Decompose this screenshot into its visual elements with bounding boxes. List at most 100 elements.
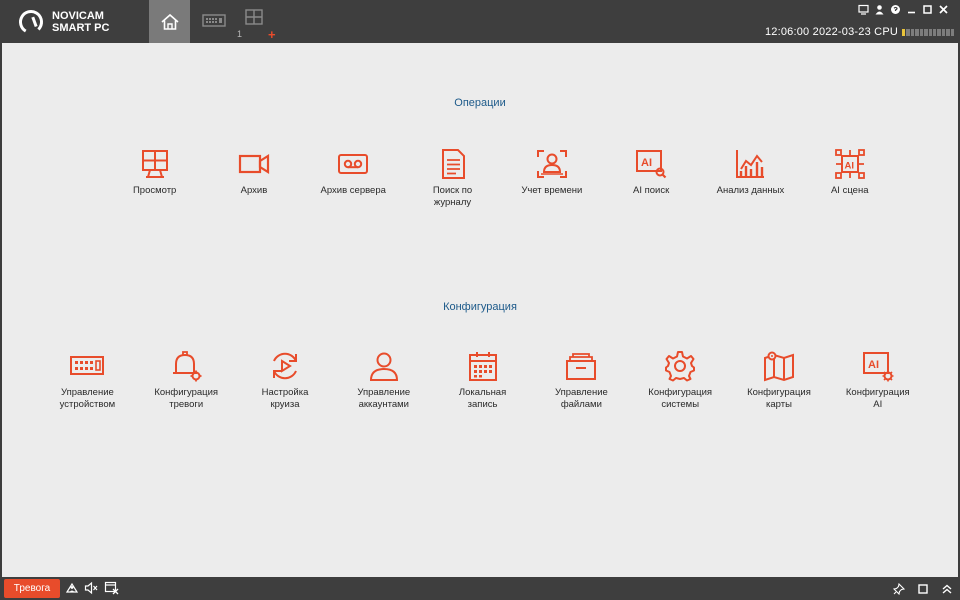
tile-ai-scene[interactable]: AI AI сцена [800,147,899,209]
maximize-icon[interactable] [921,3,934,16]
ai-config-icon: AI [862,352,894,382]
tile-label: Просмотр [132,185,177,196]
mute-icon[interactable] [84,580,99,595]
face-attendance-icon [536,150,567,178]
tile-label: AI поиск [633,185,670,196]
top-bar: NOVICAM SMART PC 1 + 12:06:00 2022-03-23… [0,0,960,43]
tile-alarm-bell[interactable]: Конфигурация тревоги [137,349,236,411]
minimize-icon[interactable] [905,3,918,16]
tile-label: Конфигурация карты [747,387,811,410]
operations-title: Операции [454,97,506,109]
cpu-meter-segment [937,29,941,36]
ai-scene-icon: AI [834,149,865,179]
alarm-button[interactable]: Тревога [4,579,60,598]
collapse-up-icon[interactable] [939,581,954,596]
tile-label: Учет времени [521,185,583,196]
tab-view[interactable]: 1 + [237,8,276,42]
video-camera-icon [238,154,270,174]
tile-label: Настройка круиза [261,387,309,410]
cpu-meter-segment [928,29,932,36]
live-view-icon [141,150,168,178]
tile-label: Управление файлами [554,387,608,410]
tile-tape[interactable]: Архив сервера [304,147,403,209]
tile-live-view[interactable]: Просмотр [105,147,204,209]
tile-label: Управление устройством [59,387,116,410]
logo-line2: SMART PC [52,22,110,34]
tile-label: Конфигурация системы [648,387,713,410]
operations-row: Просмотр Архив Архив сервера Поиск по журна… [105,147,899,209]
cpu-meter-segment [950,29,955,36]
close-icon[interactable] [937,3,950,16]
tab-home[interactable] [149,0,190,43]
tape-icon [338,154,369,174]
logo-icon [18,10,43,34]
cpu-meter-segment [915,29,919,36]
tile-gear[interactable]: Конфигурация системы [631,349,730,411]
svg-text:AI: AI [868,359,879,371]
tile-ai-config[interactable]: AI Конфигурация AI [828,349,927,411]
device-manage-icon [70,356,105,375]
cpu-meter-segment [924,29,928,36]
screen-icon[interactable] [857,3,870,16]
configuration-row: Управление устройством Конфигурация трево… [38,349,927,411]
fullscreen-icon[interactable] [915,581,930,596]
view-grid-icon [245,9,263,25]
cpu-meter [902,29,955,36]
gear-icon [665,351,696,382]
main-panel: Операции Просмотр Архив Архив сервера Поиск… [2,43,958,577]
tile-ai-search[interactable]: AI AI поиск [601,147,700,209]
status-clock: 12:06:00 2022-03-23 CPU [765,26,898,38]
svg-text:AI: AI [844,161,854,172]
tile-cruise[interactable]: Настройка круиза [236,349,335,411]
tile-label: Конфигурация AI [845,387,910,410]
configuration-title: Конфигурация [443,301,517,313]
logo: NOVICAM SMART PC [18,9,109,35]
alarm-person-icon[interactable] [64,580,79,595]
tile-log-document[interactable]: Поиск по журналу [403,147,502,209]
tile-data-chart[interactable]: Анализ данных [701,147,800,209]
cpu-meter-segment [906,29,910,36]
tile-label: Поиск по журналу [432,185,473,208]
help-icon[interactable] [889,3,902,16]
tile-folder[interactable]: Управление файлами [532,349,631,411]
tile-device-manage[interactable]: Управление устройством [38,349,137,411]
lock-user-icon[interactable] [873,3,886,16]
tab-device[interactable] [200,8,228,34]
tile-label: Архив сервера [320,185,386,196]
tile-map[interactable]: Конфигурация карты [730,349,829,411]
map-icon [763,351,794,382]
cpu-meter-segment [932,29,937,36]
tile-video-camera[interactable]: Архив [204,147,303,209]
view-count: 1 [237,29,243,39]
add-view-button[interactable]: + [268,27,276,42]
user-icon [369,352,398,381]
tile-face-attendance[interactable]: Учет времени [502,147,601,209]
tile-label: Архив [240,185,268,196]
tile-label: AI сцена [830,185,869,196]
device-icon [202,14,226,27]
tile-label: Локальная запись [458,387,507,410]
cpu-meter-segment [902,29,906,36]
tile-label: Управление аккаунтами [357,387,411,410]
cpu-label: CPU [874,26,898,38]
tile-label: Анализ данных [716,185,785,196]
cpu-meter-segment [910,29,915,36]
tile-calendar[interactable]: Локальная запись [433,349,532,411]
svg-text:AI: AI [641,157,652,169]
status-time: 12:06:00 2022-03-23 [764,26,871,38]
calendar-icon [468,352,497,381]
ai-search-icon: AI [636,150,667,179]
home-icon [160,13,179,30]
pin-icon[interactable] [891,581,906,596]
bottom-bar: Тревога [0,577,960,600]
cruise-icon [272,352,297,380]
log-document-icon [441,149,465,179]
tile-user[interactable]: Управление аккаунтами [334,349,433,411]
cpu-meter-segment [919,29,924,36]
cpu-meter-segment [946,29,950,36]
folder-icon [566,353,597,380]
alarm-bell-icon [173,351,202,382]
screen-close-icon[interactable] [104,580,119,595]
tile-label: Конфигурация тревоги [154,387,219,410]
data-chart-icon [736,150,765,178]
